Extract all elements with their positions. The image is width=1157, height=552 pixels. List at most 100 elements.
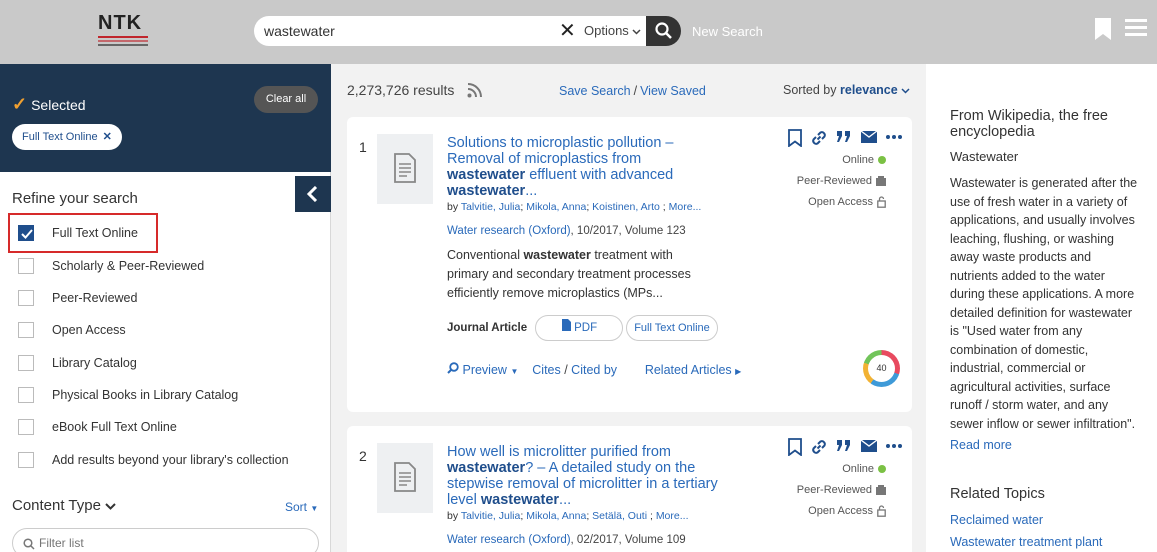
quote-icon[interactable] [836, 129, 852, 145]
filter-label[interactable]: Physical Books in Library Catalog [52, 388, 238, 402]
new-search-link[interactable]: New Search [692, 24, 763, 39]
chevron-down-icon [105, 503, 116, 510]
more-options-icon[interactable] [886, 135, 902, 139]
content-type-title[interactable]: Content Type [12, 497, 116, 514]
bookmark-icon[interactable] [788, 438, 802, 456]
email-icon[interactable] [861, 440, 877, 452]
checkbox[interactable] [18, 258, 34, 274]
filter-label[interactable]: Add results beyond your library's collec… [52, 453, 289, 467]
status-open-access: Open Access [808, 505, 886, 517]
document-thumbnail[interactable] [377, 134, 433, 204]
cited-by-link[interactable]: Cited by [571, 363, 617, 377]
online-dot-icon [878, 465, 886, 474]
result-rank: 2 [359, 448, 367, 464]
filter-list-box [12, 528, 319, 552]
search-button[interactable] [646, 16, 681, 46]
altmetric-badge[interactable]: 40 [863, 350, 900, 387]
checkbox[interactable] [18, 355, 34, 371]
author-link[interactable]: Talvitie, Julia [461, 201, 521, 213]
related-topic-link[interactable]: Wastewater treatment plant [950, 535, 1102, 549]
check-icon: ✓ [12, 94, 28, 114]
open-access-lock-icon [877, 196, 886, 208]
selected-chip-full-text-online[interactable]: Full Text Online ✕ [12, 124, 122, 150]
result-rank: 1 [359, 139, 367, 155]
related-topic-link[interactable]: Reclaimed water [950, 513, 1043, 527]
pdf-icon [561, 319, 571, 331]
filter-label[interactable]: eBook Full Text Online [52, 420, 177, 434]
ntk-logo[interactable]: NTK [98, 13, 158, 47]
related-articles-link[interactable]: Related Articles ▶ [645, 363, 742, 377]
clear-all-button[interactable]: Clear all [254, 86, 318, 113]
author-link[interactable]: Talvitie, Julia [461, 510, 521, 522]
author-link[interactable]: Mikola, Anna [526, 510, 586, 522]
menu-icon[interactable] [1125, 19, 1147, 36]
options-dropdown[interactable]: Options [584, 23, 641, 38]
status-online: Online [842, 463, 886, 475]
selected-filters-panel: ✓ Selected Clear all Full Text Online ✕ [0, 64, 331, 172]
peer-reviewed-icon [876, 176, 886, 187]
author-link[interactable]: Koistinen, Arto [592, 201, 660, 213]
checkbox[interactable] [18, 290, 34, 306]
read-more-link[interactable]: Read more [950, 438, 1012, 452]
link-icon[interactable] [810, 438, 828, 456]
filter-label[interactable]: Full Text Online [52, 226, 138, 240]
search-box: ✕ Options [254, 16, 648, 46]
content-type-label: Journal Article [447, 322, 528, 334]
checkbox[interactable] [18, 322, 34, 338]
email-icon[interactable] [861, 131, 877, 143]
chevron-down-icon [901, 88, 910, 94]
pdf-button[interactable]: PDF [535, 315, 623, 341]
filter-label[interactable]: Scholarly & Peer-Reviewed [52, 259, 204, 273]
open-access-lock-icon [877, 505, 886, 517]
author-link[interactable]: Setälä, Outi [592, 510, 647, 522]
filter-list-input[interactable] [39, 536, 289, 550]
status-online: Online [842, 154, 886, 166]
search-icon [23, 538, 35, 550]
full-text-online-button[interactable]: Full Text Online [626, 315, 718, 341]
preview-link[interactable]: Preview ▼ [447, 362, 518, 377]
document-icon [394, 462, 416, 492]
caret-right-icon: ▶ [735, 367, 742, 376]
collapse-sidebar-button[interactable] [295, 176, 331, 212]
bookmark-icon[interactable] [1095, 18, 1111, 40]
result-title-link[interactable]: Solutions to microplastic pollution – Re… [447, 135, 697, 199]
save-search-link[interactable]: Save Search [559, 84, 631, 98]
result-actions-bottom: Preview ▼ Cites / Cited by Related Artic… [447, 362, 741, 377]
search-input[interactable] [264, 22, 554, 40]
journal-link[interactable]: Water research (Oxford) [447, 225, 571, 237]
more-authors-link[interactable]: More... [669, 201, 702, 213]
checkbox[interactable] [18, 452, 34, 468]
clear-search-icon[interactable]: ✕ [559, 21, 576, 41]
peer-reviewed-icon [876, 485, 886, 496]
sort-control[interactable]: Sorted by relevance [783, 83, 910, 97]
rss-icon[interactable] [467, 83, 482, 98]
author-link[interactable]: Mikola, Anna [526, 201, 586, 213]
status-peer-reviewed: Peer-Reviewed [797, 484, 886, 496]
checkbox[interactable] [18, 419, 34, 435]
wiki-source-title: From Wikipedia, the free encyclopedia [950, 108, 1108, 140]
view-saved-link[interactable]: View Saved [640, 84, 706, 98]
chevron-left-icon [306, 186, 318, 202]
sort-dropdown[interactable]: Sort ▼ [285, 500, 318, 514]
document-thumbnail[interactable] [377, 443, 433, 513]
bookmark-icon[interactable] [788, 129, 802, 147]
result-title-link[interactable]: How well is microlitter purified from wa… [447, 444, 732, 508]
more-authors-link[interactable]: More... [656, 510, 689, 522]
link-icon[interactable] [810, 129, 828, 147]
save-search-links: Save Search / View Saved [559, 84, 706, 98]
result-authors: by Talvitie, Julia; Mikola, Anna; Koisti… [447, 201, 702, 213]
status-peer-reviewed: Peer-Reviewed [797, 175, 886, 187]
cites-link[interactable]: Cites [532, 363, 560, 377]
checkbox-checked[interactable] [18, 225, 34, 241]
more-options-icon[interactable] [886, 444, 902, 448]
caret-down-icon: ▼ [310, 504, 319, 513]
filter-label[interactable]: Peer-Reviewed [52, 291, 137, 305]
filter-label[interactable]: Library Catalog [52, 356, 137, 370]
remove-chip-icon[interactable]: ✕ [103, 131, 112, 143]
checkbox[interactable] [18, 387, 34, 403]
chevron-down-icon [632, 29, 641, 35]
filter-label[interactable]: Open Access [52, 323, 126, 337]
quote-icon[interactable] [836, 438, 852, 454]
journal-link[interactable]: Water research (Oxford) [447, 534, 571, 546]
result-journal: Water research (Oxford), 10/2017, Volume… [447, 225, 686, 237]
